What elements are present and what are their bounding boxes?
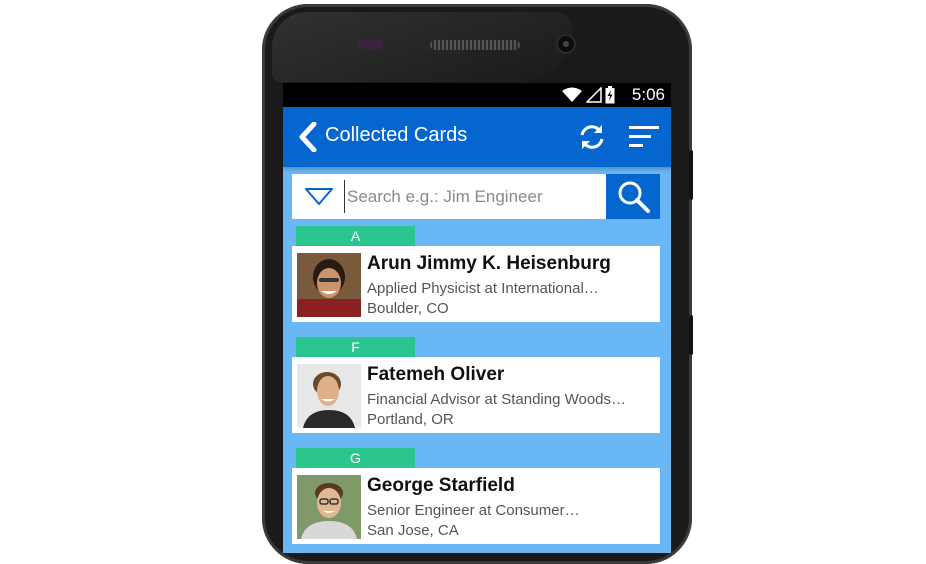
app-screen: 5:06 Collected Cards A xyxy=(283,83,671,553)
triangle-down-icon[interactable] xyxy=(304,187,334,207)
signal-icon xyxy=(586,87,602,103)
contact-name: Arun Jimmy K. Heisenburg xyxy=(367,253,611,274)
contact-job-title: Senior Engineer at Consumer… xyxy=(367,502,580,519)
section-header-g: G xyxy=(296,448,415,468)
search-bar xyxy=(292,174,660,219)
front-camera xyxy=(558,36,574,52)
power-button xyxy=(689,315,693,355)
status-icons xyxy=(561,86,615,104)
contact-job-title: Financial Advisor at Standing Woods… xyxy=(367,391,627,408)
avatar xyxy=(297,253,361,317)
contact-location: San Jose, CA xyxy=(367,522,459,539)
avatar xyxy=(297,364,361,428)
search-input[interactable] xyxy=(344,180,603,213)
proximity-sensor xyxy=(357,40,383,49)
refresh-icon[interactable] xyxy=(578,123,606,151)
contact-location: Portland, OR xyxy=(367,411,454,428)
sort-icon[interactable] xyxy=(629,126,659,148)
contact-location: Boulder, CO xyxy=(367,300,449,317)
wifi-icon xyxy=(562,87,582,102)
contact-name: Fatemeh Oliver xyxy=(367,364,505,385)
volume-button xyxy=(689,150,693,200)
chevron-left-icon[interactable] xyxy=(297,122,319,152)
avatar-photo xyxy=(297,364,361,428)
avatar-photo xyxy=(297,253,361,317)
avatar xyxy=(297,475,361,539)
status-bar: 5:06 xyxy=(283,83,671,107)
page-title: Collected Cards xyxy=(325,124,468,146)
contact-card[interactable]: Arun Jimmy K. Heisenburg Applied Physici… xyxy=(292,246,660,322)
earpiece-speaker xyxy=(430,40,520,50)
battery-charging-icon xyxy=(605,86,615,104)
contact-card[interactable]: George Starfield Senior Engineer at Cons… xyxy=(292,468,660,544)
section-header-a: A xyxy=(296,226,415,246)
magnifier-icon xyxy=(618,181,650,213)
contact-name: George Starfield xyxy=(367,475,515,496)
phone-glare xyxy=(272,12,572,82)
search-button[interactable] xyxy=(606,174,660,219)
contact-card[interactable]: Fatemeh Oliver Financial Advisor at Stan… xyxy=(292,357,660,433)
status-time: 5:06 xyxy=(631,85,665,104)
action-bar: Collected Cards xyxy=(283,107,671,167)
section-header-f: F xyxy=(296,337,415,357)
contact-job-title: Applied Physicist at International… xyxy=(367,280,599,297)
avatar-photo xyxy=(297,475,361,539)
